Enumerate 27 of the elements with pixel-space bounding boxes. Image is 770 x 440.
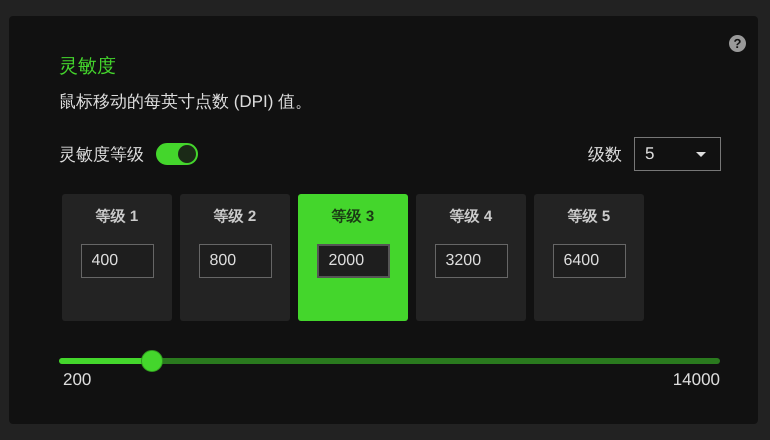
level-label: 等级 1 xyxy=(96,207,138,226)
level-label: 等级 5 xyxy=(568,207,610,226)
level-label: 等级 2 xyxy=(214,207,256,226)
slider-track[interactable] xyxy=(59,350,720,372)
dpi-field[interactable]: 800 xyxy=(198,244,272,278)
slider-thumb[interactable] xyxy=(140,350,163,372)
dpi-field[interactable]: 2000 xyxy=(316,244,390,278)
level-card[interactable]: 等级 2 800 xyxy=(180,194,290,321)
toggle-switch[interactable] xyxy=(156,143,198,165)
level-card[interactable]: 等级 5 6400 xyxy=(534,194,644,321)
level-card[interactable]: 等级 3 2000 xyxy=(298,194,408,321)
min-label: 200 xyxy=(63,370,92,390)
description: 鼠标移动的每英寸点数 (DPI) 值。 xyxy=(59,91,314,113)
level-card[interactable]: 等级 4 3200 xyxy=(416,194,526,321)
help-icon[interactable]: ? xyxy=(729,35,746,52)
dpi-field[interactable]: 3200 xyxy=(434,244,508,278)
dpi-field[interactable]: 6400 xyxy=(552,244,626,278)
level-card[interactable]: 等级 1 400 xyxy=(62,194,172,321)
count-dropdown[interactable]: 5 xyxy=(634,137,721,171)
level-label: 等级 3 xyxy=(332,207,374,226)
section-title: 灵敏度 xyxy=(59,55,117,79)
dpi-field[interactable]: 400 xyxy=(80,244,154,278)
toggle-label: 灵敏度等级 xyxy=(59,144,144,166)
count-label: 级数 xyxy=(588,144,622,166)
level-label: 等级 4 xyxy=(450,207,492,226)
caret-icon xyxy=(696,152,706,156)
max-label: 14000 xyxy=(672,370,720,390)
